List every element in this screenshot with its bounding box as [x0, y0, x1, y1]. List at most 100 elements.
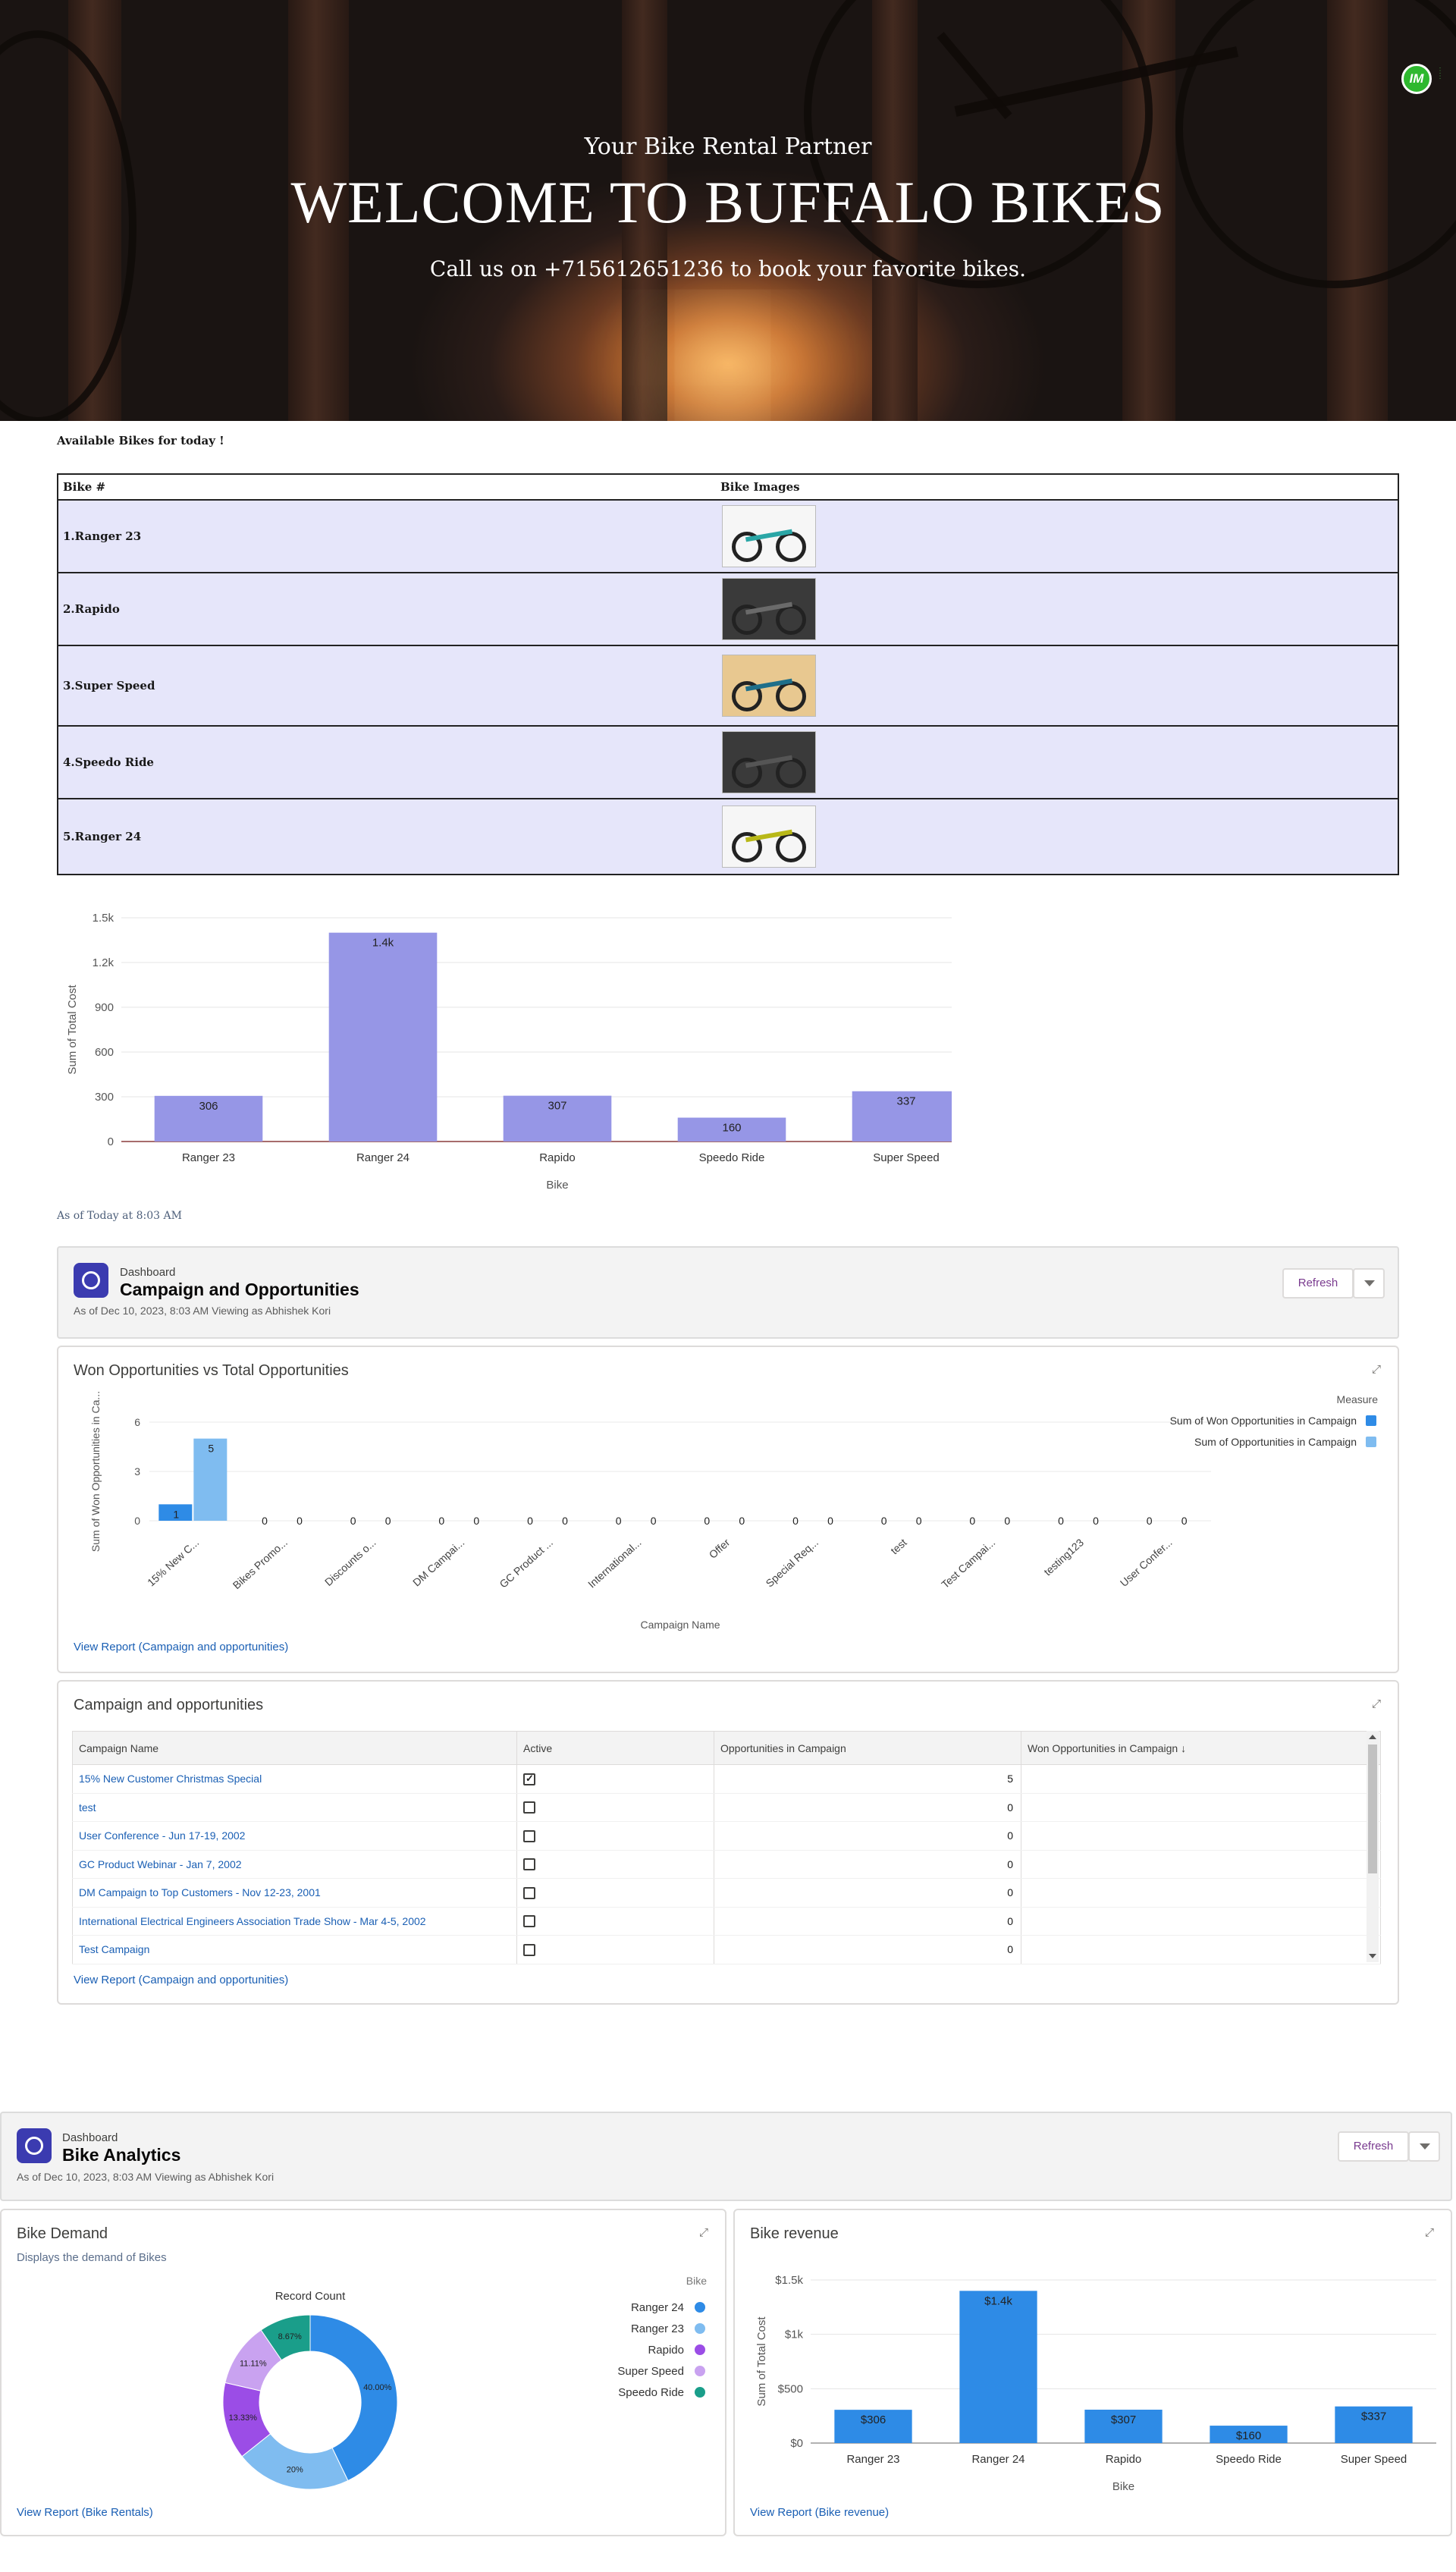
bike-row: 1.Ranger 23: [58, 500, 1398, 573]
expand-icon[interactable]: ⤢: [1372, 1364, 1384, 1376]
opps-cell: 0: [714, 1793, 1021, 1822]
x-tick-label: Offer: [707, 1536, 733, 1561]
column-header[interactable]: Active: [516, 1731, 714, 1765]
y-tick-label: 1.2k: [93, 956, 115, 969]
scroll-down-icon[interactable]: [1369, 1954, 1376, 1958]
campaign-name-link[interactable]: DM Campaign to Top Customers - Nov 12-23…: [72, 1878, 517, 1908]
dashboard-icon: [74, 1263, 108, 1298]
refresh-button[interactable]: Refresh: [1282, 1268, 1354, 1299]
slice-label: 13.33%: [229, 2413, 258, 2423]
expand-icon[interactable]: ⤢: [1425, 2227, 1437, 2239]
legend-swatch[interactable]: [695, 2344, 705, 2355]
expand-icon[interactable]: ⤢: [1372, 1698, 1384, 1710]
dashboard-subtitle: As of Dec 10, 2023, 8:03 AM Viewing as A…: [17, 2171, 275, 2183]
x-axis-label: Campaign Name: [640, 1619, 720, 1631]
active-checkbox: [523, 1915, 535, 1928]
legend-swatch[interactable]: [695, 2366, 705, 2376]
data-label: 0: [651, 1515, 657, 1527]
y-tick-label: 3: [134, 1465, 140, 1478]
table-scrollbar[interactable]: [1367, 1731, 1379, 1962]
campaign-name-link[interactable]: Test Campaign: [72, 1935, 517, 1964]
y-axis-label: Sum of Total Cost: [755, 2316, 768, 2407]
bike-image-cell: [716, 573, 1398, 646]
y-axis-label: Sum of Won Opportunities in Ca...: [89, 1391, 102, 1552]
x-tick-label: testing123: [1041, 1536, 1086, 1578]
table-header-row: Campaign Name Active Opportunities in Ca…: [72, 1731, 1381, 1765]
hero-title: WELCOME TO BUFFALO BIKES: [290, 169, 1166, 235]
scroll-up-icon[interactable]: [1369, 1735, 1376, 1739]
chart-title: Record Count: [275, 2290, 346, 2303]
legend-swatch[interactable]: [695, 2302, 705, 2313]
bike-image: [722, 578, 816, 640]
won-cell: 1: [1021, 1764, 1381, 1794]
won-cell: 0: [1021, 1793, 1381, 1822]
sort-desc-icon[interactable]: ↓: [1181, 1742, 1186, 1754]
column-header[interactable]: Won Opportunities in Campaign ↓: [1021, 1731, 1381, 1765]
table-row: DM Campaign to Top Customers - Nov 12-23…: [72, 1878, 1381, 1908]
view-report-link[interactable]: View Report (Bike Rentals): [17, 2506, 153, 2519]
extension-badge[interactable]: IM: [1401, 64, 1432, 94]
legend-label: Ranger 24: [631, 2301, 684, 2314]
legend-swatch[interactable]: [1366, 1415, 1376, 1426]
slice-label: 20%: [287, 2466, 303, 2475]
legend-swatch[interactable]: [1366, 1437, 1376, 1447]
campaign-name-link[interactable]: International Electrical Engineers Assoc…: [72, 1907, 517, 1936]
x-tick-label: Rapido: [1106, 2453, 1142, 2466]
table-row: test 00: [72, 1793, 1381, 1822]
view-report-link[interactable]: View Report (Bike revenue): [750, 2506, 889, 2519]
data-label: 1.4k: [372, 937, 394, 950]
x-tick-label: Rapido: [539, 1151, 576, 1164]
data-label: 0: [1093, 1515, 1099, 1527]
drag-handle-icon[interactable]: ⋮ ⋮: [1436, 68, 1444, 90]
dashboard-menu-dropdown[interactable]: [1408, 2131, 1440, 2162]
scrollbar-thumb[interactable]: [1368, 1745, 1377, 1873]
data-label: $307: [1111, 2413, 1136, 2426]
campaign-name-link[interactable]: 15% New Customer Christmas Special: [72, 1764, 517, 1794]
y-tick-label: 600: [95, 1046, 114, 1059]
bike-name: 2.Rapido: [58, 573, 716, 646]
active-checkbox: [523, 1943, 535, 1956]
column-header[interactable]: Opportunities in Campaign: [714, 1731, 1021, 1765]
x-tick-label: GC Product ...: [497, 1536, 555, 1590]
won-cell: 0: [1021, 1878, 1381, 1908]
data-label: 0: [792, 1515, 799, 1527]
refresh-button[interactable]: Refresh: [1338, 2131, 1409, 2162]
dashboard-menu-dropdown[interactable]: [1353, 1268, 1385, 1299]
data-label: 337: [896, 1095, 915, 1108]
data-label: 0: [385, 1515, 391, 1527]
data-label: 0: [438, 1515, 444, 1527]
campaign-name-link[interactable]: GC Product Webinar - Jan 7, 2002: [72, 1850, 517, 1879]
table-row: 15% New Customer Christmas Special 51: [72, 1764, 1381, 1794]
bike-name: 1.Ranger 23: [58, 500, 716, 573]
table-row: GC Product Webinar - Jan 7, 2002 00: [72, 1850, 1381, 1879]
card-subtitle: Displays the demand of Bikes: [17, 2251, 167, 2264]
x-tick-label: User Confer...: [1118, 1536, 1175, 1589]
y-tick-label: $1k: [785, 2329, 804, 2341]
bar[interactable]: [959, 2291, 1037, 2443]
active-cell: [516, 1878, 714, 1908]
expand-icon[interactable]: ⤢: [699, 2227, 711, 2239]
won-cell: 0: [1021, 1850, 1381, 1879]
x-tick-label: Ranger 23: [846, 2453, 899, 2466]
campaign-name-link[interactable]: test: [72, 1793, 517, 1822]
campaign-name-link[interactable]: User Conference - Jun 17-19, 2002: [72, 1821, 517, 1851]
bar[interactable]: [328, 932, 438, 1142]
view-report-link[interactable]: View Report (Campaign and opportunities): [74, 1974, 288, 1986]
legend-swatch[interactable]: [695, 2323, 705, 2334]
active-cell: [516, 1793, 714, 1822]
card-title: Won Opportunities vs Total Opportunities: [74, 1362, 349, 1379]
x-tick-label: Test Campai...: [939, 1536, 997, 1591]
won-cell: 0: [1021, 1935, 1381, 1964]
dashboard-title: Bike Analytics: [62, 2145, 181, 2165]
legend-swatch[interactable]: [695, 2387, 705, 2398]
data-label: 0: [350, 1515, 356, 1527]
y-tick-label: $1.5k: [775, 2274, 803, 2287]
active-checkbox: [523, 1886, 535, 1899]
legend-label: Super Speed: [617, 2365, 684, 2378]
bike-row: 2.Rapido: [58, 573, 1398, 646]
y-tick-label: 300: [95, 1091, 114, 1104]
data-label: 306: [199, 1100, 218, 1113]
column-header[interactable]: Campaign Name: [72, 1731, 517, 1765]
column-header-label: Won Opportunities in Campaign: [1028, 1741, 1178, 1754]
legend-label: Speedo Ride: [618, 2386, 684, 2399]
